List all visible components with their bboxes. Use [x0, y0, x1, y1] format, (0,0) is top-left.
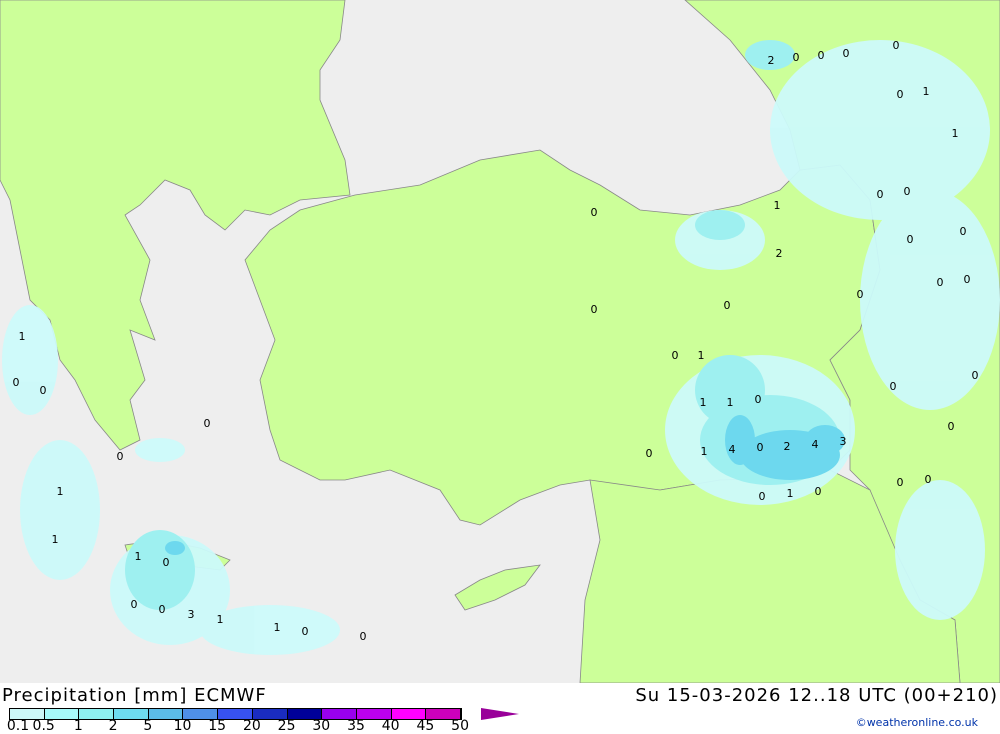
precip-value-label: 1	[57, 485, 64, 498]
precip-value-label: 0	[591, 206, 598, 219]
precip-value-label: 2	[768, 54, 775, 67]
precip-value-label: 1	[52, 533, 59, 546]
precip-value-label: 1	[700, 396, 707, 409]
scale-tick-label: 20	[242, 718, 261, 734]
precip-value-label: 0	[948, 420, 955, 433]
precip-value-label: 0	[131, 598, 138, 611]
precip-value-label: 1	[727, 396, 734, 409]
precipitation-map: 2 0 0 0 0 0 1 1 0 0 0 0 1 2 0 0 0 0 0 0 0 0 0 0 0 0 1 1 1 0 0 1 4 0 2 4 3 0 1 0…	[0, 0, 1000, 683]
precip-value-label: 0	[755, 393, 762, 406]
scale-tick-label: 10	[173, 718, 192, 734]
precip-value-label: 2	[776, 247, 783, 260]
legend-footer: Precipitation [mm] ECMWF Su 15-03-2026 1…	[0, 683, 1000, 734]
precip-value-label: 0	[937, 276, 944, 289]
precip-value-label: 1	[274, 621, 281, 634]
precip-value-label: 1	[217, 613, 224, 626]
precip-value-label: 1	[19, 330, 26, 343]
precip-value-label: 1	[698, 349, 705, 362]
precip-value-label: 0	[672, 349, 679, 362]
precip-value-label: 0	[964, 273, 971, 286]
scale-tick-label: 1	[73, 718, 83, 734]
scale-tick-label: 50	[451, 718, 470, 734]
precip-value-label: 0	[925, 473, 932, 486]
precip-value-label: 1	[135, 550, 142, 563]
scale-tick-label: 30	[312, 718, 331, 734]
precip-value-label: 0	[893, 39, 900, 52]
precip-value-label: 0	[360, 630, 367, 643]
map-title: Precipitation [mm] ECMWF	[2, 685, 267, 706]
precip-value-label: 2	[784, 440, 791, 453]
precip-value-label: 0	[843, 47, 850, 60]
scale-tick-label: 5	[143, 718, 153, 734]
precip-value-label: 0	[204, 417, 211, 430]
precip-value-label: 0	[159, 603, 166, 616]
precip-value-label: 1	[774, 199, 781, 212]
scale-tick-label: 25	[277, 718, 296, 734]
precip-value-label: 3	[188, 608, 195, 621]
scale-tick-label: 40	[381, 718, 400, 734]
scale-tick-label: 45	[416, 718, 435, 734]
precip-value-label: 0	[960, 225, 967, 238]
copyright-link[interactable]: ©weatheronline.co.uk	[856, 716, 978, 729]
scale-tick-label: 15	[208, 718, 227, 734]
precip-value-label: 3	[840, 435, 847, 448]
precip-value-label: 0	[890, 380, 897, 393]
precip-value-label: 4	[812, 438, 819, 451]
precip-value-label: 0	[646, 447, 653, 460]
precip-value-label: 0	[117, 450, 124, 463]
color-scale-arrow	[481, 708, 519, 720]
scale-tick-label: 35	[347, 718, 365, 734]
precip-value-label: 0	[897, 88, 904, 101]
precip-value-label: 0	[972, 369, 979, 382]
precip-value-label: 0	[302, 625, 309, 638]
precip-value-label: 0	[877, 188, 884, 201]
precip-value-label: 0	[724, 299, 731, 312]
precip-value-label: 0	[757, 441, 764, 454]
precip-value-label: 0	[40, 384, 47, 397]
precip-value-label: 1	[923, 85, 930, 98]
precip-value-label: 1	[952, 127, 959, 140]
valid-time: Su 15-03-2026 12..18 UTC (00+210)	[635, 685, 998, 706]
precip-value-label: 0	[818, 49, 825, 62]
scale-tick-label: 0.1	[6, 718, 30, 734]
scale-tick-label: 0.5	[32, 718, 55, 734]
precip-value-label: 4	[729, 443, 736, 456]
precip-value-label: 0	[13, 376, 20, 389]
precip-value-label: 0	[904, 185, 911, 198]
precip-value-label: 0	[793, 51, 800, 64]
precip-value-label: 0	[897, 476, 904, 489]
scale-tick-label: 2	[108, 718, 118, 734]
precip-value-label: 1	[701, 445, 708, 458]
precip-value-label: 1	[787, 487, 794, 500]
precip-value-label: 0	[591, 303, 598, 316]
precip-value-label: 0	[759, 490, 766, 503]
precip-value-label: 0	[907, 233, 914, 246]
precip-value-label: 0	[815, 485, 822, 498]
precip-value-label: 0	[857, 288, 864, 301]
precip-value-label: 0	[163, 556, 170, 569]
